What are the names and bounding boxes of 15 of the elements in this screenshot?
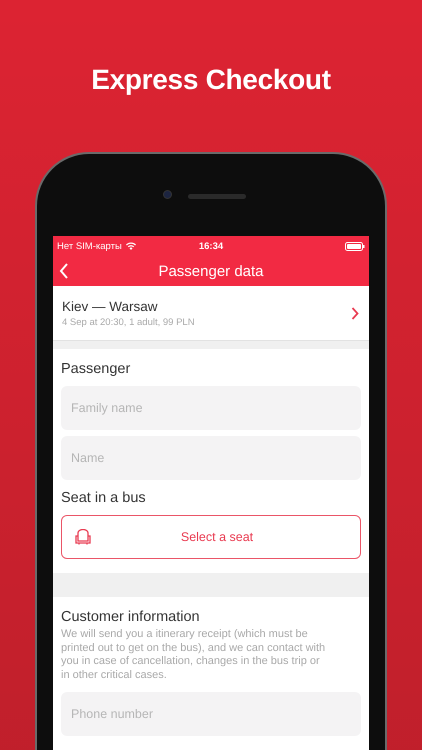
input-field[interactable]: Family name: [61, 386, 361, 430]
clock-time: 16:34: [198, 240, 224, 252]
route-title: Kiev — Warsaw: [62, 298, 159, 314]
section-title: Customer information: [61, 609, 201, 625]
info-text: We will send you a itinerary receipt (which must be printed out to get on the bus), and we can contact with you in case of cancellation, changes in the bus trip or in other critical cases.: [61, 628, 326, 682]
screen-title: Passenger data: [157, 262, 265, 280]
input-field[interactable]: Name: [61, 436, 361, 480]
trip-details: 4 Sep at 20:30, 1 adult, 99 PLN: [62, 316, 196, 328]
section-title: Seat in a bus: [61, 490, 147, 506]
input-field[interactable]: Phone number: [61, 692, 361, 736]
trip-row[interactable]: Kiev — Warsaw 4 Sep at 20:30, 1 adult, 99 PLN: [53, 286, 369, 341]
carrier-label: Нет SIM-карты: [57, 240, 122, 252]
headline: Express Checkout: [91, 63, 331, 97]
select-seat-button[interactable]: Select a seat: [61, 515, 361, 559]
section-title: Passenger: [61, 361, 132, 377]
